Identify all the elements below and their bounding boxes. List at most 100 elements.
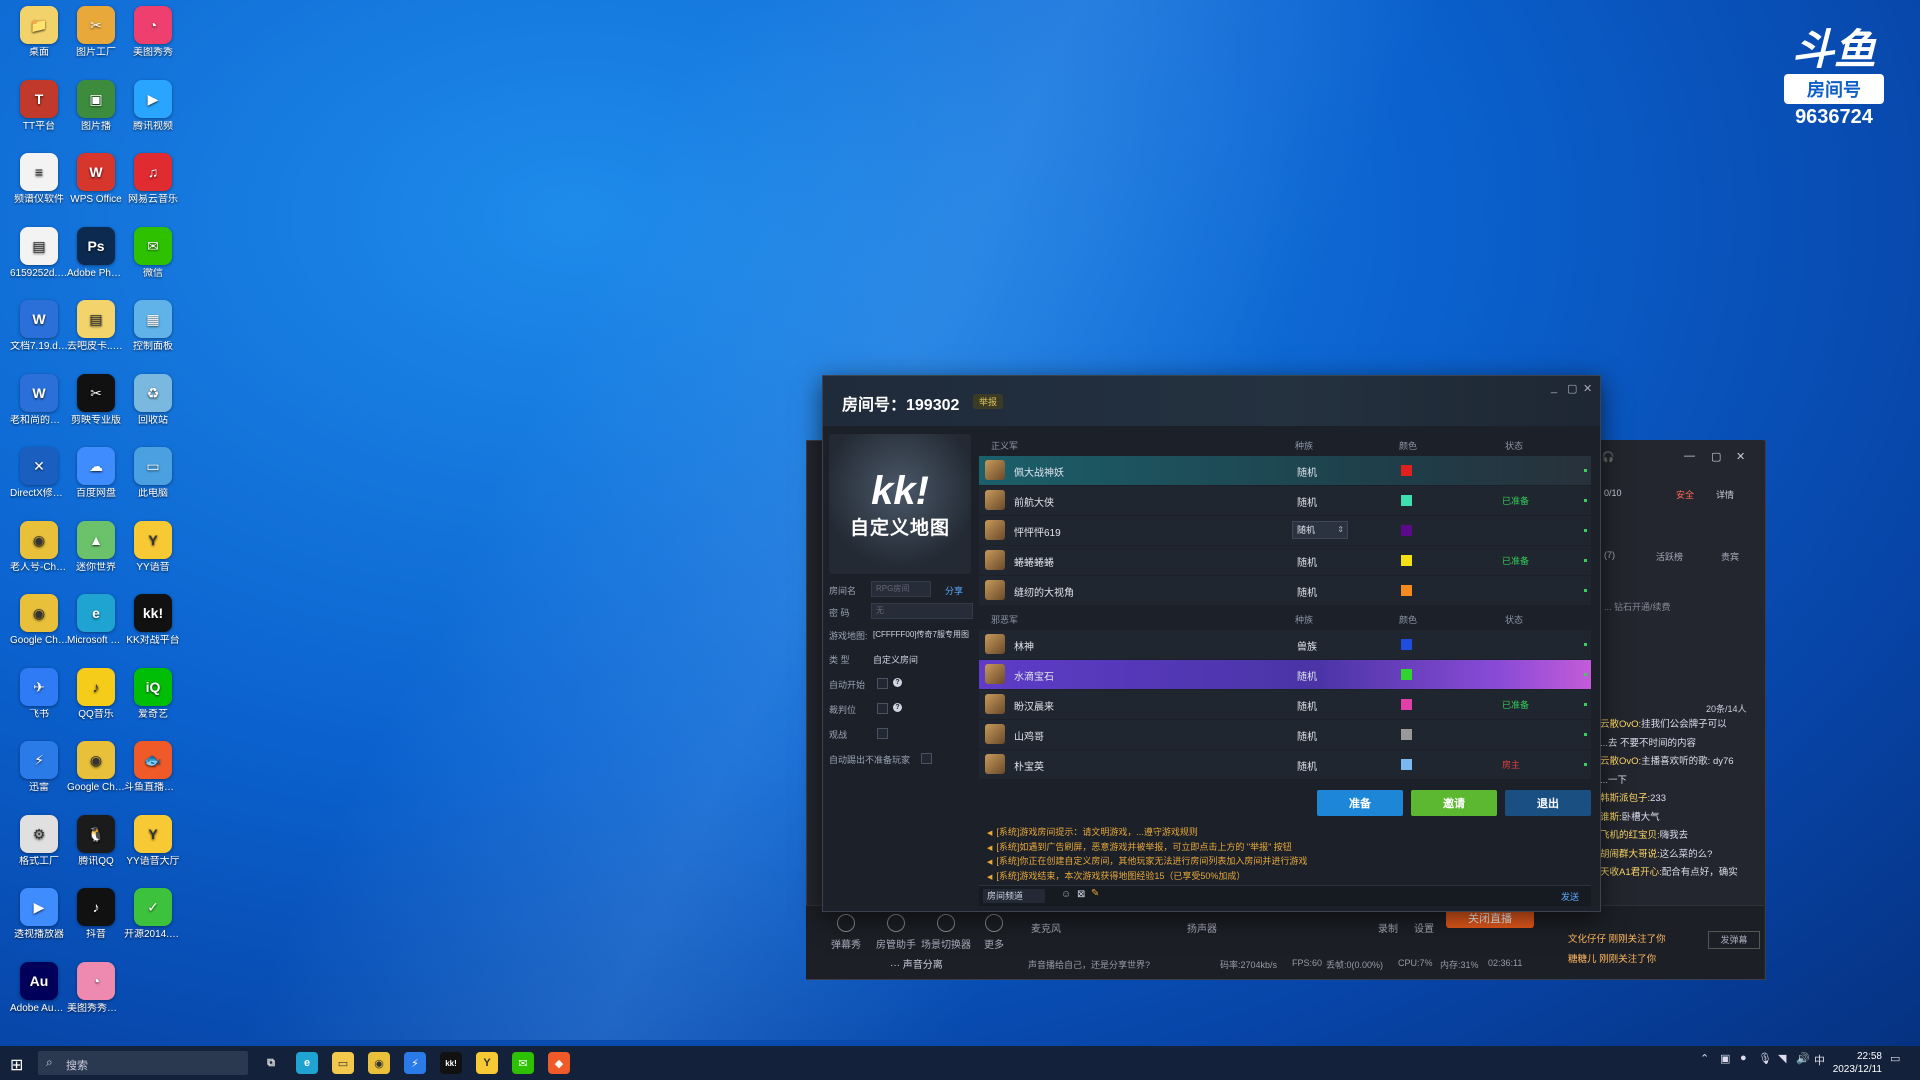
mic-label[interactable]: 麦克风	[1031, 920, 1061, 935]
minimize-icon[interactable]: _	[1551, 382, 1557, 394]
player-color-swatch[interactable]	[1401, 699, 1412, 710]
auto-kick-checkbox[interactable]	[921, 753, 932, 764]
more-tool[interactable]: 更多	[974, 914, 1014, 951]
desktop-icon[interactable]: 🐧 腾讯QQ	[67, 814, 125, 868]
player-row[interactable]: 前航大侠 随机 已准备	[979, 486, 1591, 515]
yy-taskbar-icon[interactable]: Y	[476, 1052, 498, 1074]
chat-user-name[interactable]: 天收A1君开心:	[1600, 867, 1662, 878]
file-explorer-taskbar-icon[interactable]: ▭	[332, 1052, 354, 1074]
player-row[interactable]: 佩大战神妖 随机	[979, 456, 1591, 485]
maximize-icon[interactable]: ▢	[1567, 382, 1577, 395]
player-color-swatch[interactable]	[1401, 585, 1412, 596]
desktop-icon[interactable]: ◉ Google Chrome	[10, 594, 68, 647]
desktop-icon[interactable]: ✂ 剪映专业版	[67, 373, 125, 427]
send-danmu-button[interactable]: 发弹幕	[1708, 931, 1760, 949]
ime-indicator[interactable]: 中	[1814, 1052, 1825, 1068]
auto-start-checkbox[interactable]	[877, 678, 888, 689]
player-color-swatch[interactable]	[1401, 465, 1412, 476]
desktop-icon[interactable]: ◔ 美图秀秀批处理	[67, 961, 125, 1015]
desktop-icon[interactable]: ◉ 老人号-Chrome	[10, 520, 68, 574]
desktop-icon[interactable]: Ps Adobe Photosh...	[67, 226, 125, 280]
observer-checkbox[interactable]	[877, 728, 888, 739]
player-color-swatch[interactable]	[1401, 525, 1412, 536]
desktop-icon[interactable]: ♻ 回收站	[124, 373, 182, 427]
desktop-icon[interactable]: ◔ 美图秀秀	[124, 6, 182, 59]
desktop-icon[interactable]: ♪ QQ音乐	[67, 667, 125, 721]
kk-taskbar-icon[interactable]: kk!	[440, 1052, 462, 1074]
room-manager-tool[interactable]: 房管助手	[874, 914, 918, 951]
scene-switch-tool[interactable]: 场景切换器	[920, 914, 972, 951]
edge-taskbar-icon[interactable]: e	[296, 1052, 318, 1074]
player-row[interactable]: 朴宝英 随机 房主	[979, 750, 1591, 779]
race-select[interactable]: 随机 ⇕	[1292, 521, 1348, 539]
desktop-icon[interactable]: ▲ 迷你世界	[67, 520, 125, 574]
desktop-icon[interactable]: 📁 桌面	[10, 6, 68, 59]
player-color-swatch[interactable]	[1401, 495, 1412, 506]
player-row[interactable]: 缝纫的大视角 随机	[979, 576, 1591, 605]
speaker-label[interactable]: 扬声器	[1187, 920, 1217, 935]
tab-active-rank[interactable]: 活跃榜	[1656, 550, 1683, 563]
player-row[interactable]: 蜷蜷蜷蜷 随机 已准备	[979, 546, 1591, 575]
headset-icon[interactable]: 🎧	[1602, 452, 1614, 463]
desktop-icon[interactable]: Y YY语音大厅	[124, 814, 182, 868]
volume-icon[interactable]: 🔊	[1796, 1052, 1810, 1065]
tab-vip[interactable]: 贵宾	[1721, 550, 1739, 563]
exit-button[interactable]: 退出	[1505, 790, 1591, 816]
desktop-icon[interactable]: ⚡ 迅雷	[10, 741, 68, 794]
clear-icon[interactable]: ⊠	[1077, 889, 1085, 900]
maximize-icon[interactable]: ▢	[1711, 450, 1721, 463]
player-row[interactable]: 怦怦怦619 随机 ⇕	[979, 516, 1591, 545]
desktop-icon[interactable]: ♫ 网易云音乐	[124, 153, 182, 206]
share-button[interactable]: 分享	[945, 584, 963, 597]
network-icon[interactable]: ◥	[1778, 1052, 1786, 1065]
emoji-icon[interactable]: ☺	[1061, 889, 1071, 900]
desktop-icon[interactable]: ✕ DirectX修复工具	[10, 447, 68, 500]
tab-fans[interactable]: (7)	[1604, 550, 1615, 560]
tray-app-icon[interactable]: ▣	[1720, 1052, 1730, 1065]
minimize-icon[interactable]: —	[1684, 450, 1695, 462]
player-row[interactable]: 盼汉晨来 随机 已准备	[979, 690, 1591, 719]
desktop-icon[interactable]: W 文档7.19.doc	[10, 300, 68, 353]
desktop-icon[interactable]: ♪ 抖音	[67, 888, 125, 941]
desktop-icon[interactable]: ▣ 图片播	[67, 79, 125, 133]
desktop-icon[interactable]: ◉ Google Chrome	[67, 741, 125, 794]
password-field[interactable]: 无	[871, 603, 973, 619]
player-row[interactable]: 水滴宝石 随机	[979, 660, 1591, 689]
desktop-icon[interactable]: ▶ 透视播放器	[10, 888, 68, 941]
desktop-icon[interactable]: 🐟 斗鱼直播伴侣	[124, 741, 182, 794]
chrome-taskbar-icon[interactable]: ◉	[368, 1052, 390, 1074]
desktop-icon[interactable]: ▦ 控制面板	[124, 300, 182, 353]
chat-user-name[interactable]: 韩斯派包子:	[1600, 793, 1650, 804]
lobby-titlebar[interactable]: 房间号：199302 举报 _ ▢ ✕	[823, 376, 1600, 426]
settings-button[interactable]: 设置	[1414, 920, 1434, 935]
taskbar-clock[interactable]: 22:58 2023/12/11	[1833, 1050, 1882, 1076]
chat-user-name[interactable]: 云散OvO:	[1600, 756, 1641, 767]
close-icon[interactable]: ✕	[1583, 382, 1592, 395]
color-brush-icon[interactable]: ✎	[1091, 888, 1099, 899]
help-icon[interactable]: ?	[893, 678, 902, 687]
desktop-icon[interactable]: ▤ 6159252d...副本.jpg	[10, 226, 68, 280]
sound-split[interactable]: ··· 声音分离	[890, 956, 943, 971]
desktop-icon[interactable]: ▶ 腾讯视频	[124, 79, 182, 133]
help-icon[interactable]: ?	[893, 703, 902, 712]
chat-user-name[interactable]: 胡闹群大哥说:	[1600, 849, 1660, 860]
send-button[interactable]: 发送	[1561, 890, 1579, 903]
desktop-icon[interactable]: ✈ 飞书	[10, 667, 68, 721]
taskbar-search[interactable]: ⌕ 搜索	[38, 1051, 248, 1075]
xunlei-taskbar-icon[interactable]: ⚡	[404, 1052, 426, 1074]
chat-channel-select[interactable]: 房间频道	[983, 889, 1045, 903]
player-color-swatch[interactable]	[1401, 669, 1412, 680]
notification-icon[interactable]: ▭	[1890, 1052, 1900, 1065]
tray-yy-icon[interactable]: ●	[1740, 1052, 1747, 1064]
room-name-field[interactable]: RPG房间	[871, 581, 931, 597]
desktop-icon[interactable]: ≡ 频谱仪软件	[10, 153, 68, 206]
desktop-icon[interactable]: W WPS Office	[67, 153, 125, 206]
desktop-icon[interactable]: ▭ 此电脑	[124, 447, 182, 500]
player-color-swatch[interactable]	[1401, 639, 1412, 650]
ready-button[interactable]: 准备	[1317, 790, 1403, 816]
mic-tray-icon[interactable]: 🎙	[1758, 1052, 1772, 1065]
desktop-icon[interactable]: Y YY语音	[124, 520, 182, 574]
invite-button[interactable]: 邀请	[1411, 790, 1497, 816]
chat-user-name[interactable]: 谁斯:	[1600, 812, 1622, 823]
player-color-swatch[interactable]	[1401, 555, 1412, 566]
